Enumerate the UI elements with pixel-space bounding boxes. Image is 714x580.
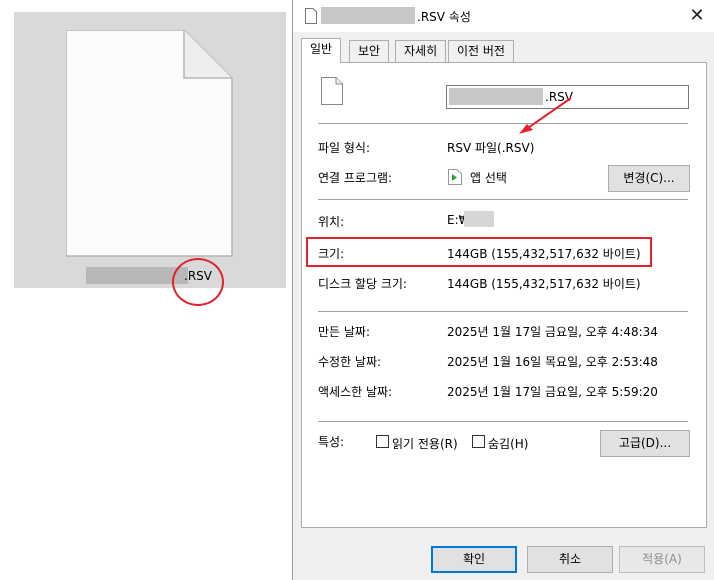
title-redacted xyxy=(321,7,415,24)
size-on-disk-value: 144GB (155,432,517,632 바이트) xyxy=(447,277,641,291)
file-type-value: RSV 파일(.RSV) xyxy=(447,141,535,155)
dialog-title: .RSV 속성 xyxy=(417,10,471,24)
tab-general[interactable]: 일반 xyxy=(301,38,342,63)
divider xyxy=(318,311,688,312)
cancel-button[interactable]: 취소 xyxy=(527,546,613,573)
tab-details[interactable]: 자세히 xyxy=(395,40,447,62)
attributes-label: 특성: xyxy=(318,435,345,449)
readonly-checkbox[interactable] xyxy=(376,435,389,448)
accessed-value: 2025년 1월 17일 금요일, 오후 5:59:20 xyxy=(447,385,658,399)
modified-label: 수정한 날짜: xyxy=(318,355,382,369)
accessed-label: 액세스한 날짜: xyxy=(318,385,393,399)
opens-with-value: 앱 선택 xyxy=(470,171,507,185)
document-icon xyxy=(305,8,317,24)
readonly-label[interactable]: 읽기 전용(R) xyxy=(392,435,458,452)
modified-value: 2025년 1월 16일 목요일, 오후 2:53:48 xyxy=(447,355,658,369)
document-icon xyxy=(66,30,233,257)
properties-dialog: .RSV 속성 ✕ 일반 보안 자세히 이전 버전 .RSV 파일 형식: RS… xyxy=(292,0,714,580)
location-redacted xyxy=(464,211,494,227)
document-icon xyxy=(321,77,343,105)
file-type-label: 파일 형식: xyxy=(318,141,371,155)
file-name-extension: .RSV xyxy=(545,90,573,104)
file-name-redacted xyxy=(449,88,543,105)
change-app-button[interactable]: 변경(C)... xyxy=(608,165,690,192)
file-tile[interactable]: .RSV xyxy=(14,12,286,306)
size-label: 크기: xyxy=(318,247,345,261)
tab-security[interactable]: 보안 xyxy=(349,40,390,62)
divider xyxy=(318,199,688,200)
annotation-circle xyxy=(172,258,224,306)
created-label: 만든 날짜: xyxy=(318,325,371,339)
advanced-button[interactable]: 고급(D)... xyxy=(600,430,690,457)
location-label: 위치: xyxy=(318,215,345,229)
ok-button[interactable]: 확인 xyxy=(431,546,517,573)
file-name-field[interactable]: .RSV xyxy=(446,85,689,109)
close-icon[interactable]: ✕ xyxy=(685,4,709,28)
size-value: 144GB (155,432,517,632 바이트) xyxy=(447,247,641,261)
opens-with-label: 연결 프로그램: xyxy=(318,171,393,185)
size-on-disk-label: 디스크 할당 크기: xyxy=(318,277,407,291)
general-panel: .RSV 파일 형식: RSV 파일(.RSV) 연결 프로그램: 앱 선택 변… xyxy=(301,62,707,528)
app-store-icon xyxy=(448,169,462,185)
divider xyxy=(318,421,688,422)
created-value: 2025년 1월 17일 금요일, 오후 4:48:34 xyxy=(447,325,658,339)
apply-button[interactable]: 적용(A) xyxy=(619,546,705,573)
tab-previous-versions[interactable]: 이전 버전 xyxy=(448,40,514,62)
hidden-label[interactable]: 숨김(H) xyxy=(488,435,528,452)
hidden-checkbox[interactable] xyxy=(472,435,485,448)
divider xyxy=(318,123,688,124)
title-bar: .RSV 속성 ✕ xyxy=(293,0,714,32)
